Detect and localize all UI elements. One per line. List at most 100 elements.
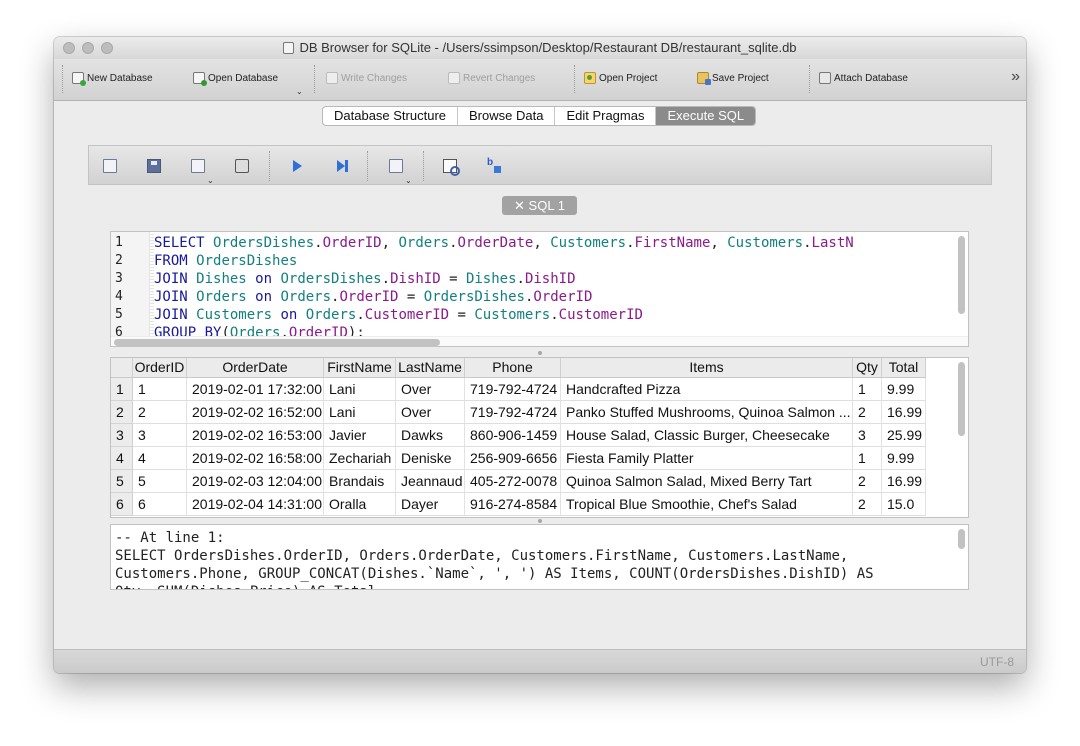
table-cell[interactable]: Handcrafted Pizza (561, 378, 853, 401)
revert-changes-button[interactable]: Revert Changes (448, 72, 535, 84)
find-replace-icon[interactable] (487, 157, 501, 173)
table-cell[interactable]: Javier (324, 424, 396, 447)
open-sql-file-icon[interactable] (191, 159, 205, 173)
message-vertical-scrollbar[interactable] (958, 529, 965, 549)
table-cell[interactable]: 4 (133, 447, 187, 470)
tab-execute-sql[interactable]: Execute SQL (656, 107, 756, 125)
table-cell[interactable]: Over (396, 401, 465, 424)
sql-editor-tab[interactable]: ✕ SQL 1 (502, 196, 577, 215)
column-header[interactable]: OrderID (133, 358, 187, 378)
table-cell[interactable]: 405-272-0078 (465, 470, 561, 493)
open-database-dropdown-icon[interactable]: ⌄ (296, 87, 303, 96)
table-cell[interactable]: 1 (133, 378, 187, 401)
table-cell[interactable]: Lani (324, 378, 396, 401)
editor-vertical-scrollbar[interactable] (958, 236, 965, 314)
open-sql-dropdown-icon[interactable]: ⌄ (207, 176, 214, 185)
table-cell[interactable]: Zechariah (324, 447, 396, 470)
results-vertical-scrollbar[interactable] (958, 362, 965, 436)
table-cell[interactable]: 15.0 (882, 493, 926, 516)
table-cell[interactable]: 25.99 (882, 424, 926, 447)
table-cell[interactable]: 2 (853, 493, 882, 516)
table-cell[interactable]: Dayer (396, 493, 465, 516)
column-header[interactable]: FirstName (324, 358, 396, 378)
tab-browse-data[interactable]: Browse Data (458, 107, 556, 125)
execute-all-icon[interactable] (293, 160, 302, 172)
table-cell[interactable]: 9.99 (882, 378, 926, 401)
table-cell[interactable]: Dawks (396, 424, 465, 447)
table-cell[interactable]: 1 (853, 447, 882, 470)
new-database-button[interactable]: New Database (72, 72, 153, 86)
write-changes-button[interactable]: Write Changes (326, 72, 407, 84)
row-header[interactable]: 5 (111, 470, 133, 493)
table-cell[interactable]: House Salad, Classic Burger, Cheesecake (561, 424, 853, 447)
save-project-button[interactable]: Save Project (697, 72, 769, 85)
table-cell[interactable]: 860-906-1459 (465, 424, 561, 447)
row-header[interactable]: 6 (111, 493, 133, 516)
table-cell[interactable]: 5 (133, 470, 187, 493)
table-cell[interactable]: 1 (853, 378, 882, 401)
row-header[interactable]: 2 (111, 401, 133, 424)
editor-horizontal-scrollbar[interactable] (114, 339, 440, 346)
row-header[interactable]: 3 (111, 424, 133, 447)
row-header[interactable]: 1 (111, 378, 133, 401)
row-header[interactable]: 4 (111, 447, 133, 470)
table-cell[interactable]: 2019-02-04 14:31:00 (187, 493, 324, 516)
table-cell[interactable]: 2 (853, 470, 882, 493)
table-cell[interactable]: Tropical Blue Smoothie, Chef's Salad (561, 493, 853, 516)
table-cell[interactable]: 16.99 (882, 470, 926, 493)
column-header[interactable]: Phone (465, 358, 561, 378)
column-header[interactable]: OrderDate (187, 358, 324, 378)
open-project-button[interactable]: Open Project (584, 72, 657, 84)
zoom-window-button[interactable] (101, 42, 113, 54)
table-cell[interactable]: Quinoa Salmon Salad, Mixed Berry Tart (561, 470, 853, 493)
grid-corner[interactable] (111, 358, 133, 378)
find-icon[interactable] (443, 159, 460, 176)
column-header[interactable]: Total (882, 358, 926, 378)
toolbar-overflow-chevron-icon[interactable]: » (1011, 69, 1020, 85)
table-cell[interactable]: Over (396, 378, 465, 401)
table-cell[interactable]: 16.99 (882, 401, 926, 424)
table-cell[interactable]: 6 (133, 493, 187, 516)
execute-line-icon[interactable] (337, 160, 348, 172)
table-cell[interactable]: 256-909-6656 (465, 447, 561, 470)
table-cell[interactable]: Panko Stuffed Mushrooms, Quinoa Salmon .… (561, 401, 853, 424)
column-header[interactable]: Items (561, 358, 853, 378)
table-cell[interactable]: Brandais (324, 470, 396, 493)
save-results-dropdown-icon[interactable]: ⌄ (405, 176, 412, 185)
save-results-icon[interactable] (389, 159, 403, 173)
message-pane[interactable]: -- At line 1: SELECT OrdersDishes.OrderID… (110, 524, 969, 590)
table-cell[interactable]: 3 (133, 424, 187, 447)
splitter-handle[interactable] (538, 351, 542, 355)
table-cell[interactable]: 2019-02-02 16:52:00 (187, 401, 324, 424)
tab-edit-pragmas[interactable]: Edit Pragmas (555, 107, 657, 125)
table-cell[interactable]: 9.99 (882, 447, 926, 470)
table-cell[interactable]: 916-274-8584 (465, 493, 561, 516)
table-cell[interactable]: 2 (133, 401, 187, 424)
table-cell[interactable]: Lani (324, 401, 396, 424)
sql-editor[interactable]: 1 SELECT OrdersDishes.OrderID, Orders.Ord… (110, 231, 969, 347)
tab-database-structure[interactable]: Database Structure (323, 107, 459, 125)
table-cell[interactable]: 2019-02-02 16:53:00 (187, 424, 324, 447)
table-cell[interactable]: 719-792-4724 (465, 378, 561, 401)
table-cell[interactable]: 2019-02-01 17:32:00 (187, 378, 324, 401)
table-cell[interactable]: Oralla (324, 493, 396, 516)
table-cell[interactable]: Deniske (396, 447, 465, 470)
results-grid[interactable]: OrderID OrderDate FirstName LastName Phone It… (110, 357, 969, 518)
table-cell[interactable]: 2019-02-02 16:58:00 (187, 447, 324, 470)
attach-database-button[interactable]: Attach Database (819, 72, 908, 84)
column-header[interactable]: Qty (853, 358, 882, 378)
open-tab-icon[interactable] (103, 159, 117, 173)
table-cell[interactable]: Jeannaud (396, 470, 465, 493)
table-cell[interactable]: Fiesta Family Platter (561, 447, 853, 470)
minimize-window-button[interactable] (82, 42, 94, 54)
table-cell[interactable]: 2 (853, 401, 882, 424)
table-cell[interactable]: 719-792-4724 (465, 401, 561, 424)
table-cell[interactable]: 3 (853, 424, 882, 447)
close-window-button[interactable] (63, 42, 75, 54)
open-database-button[interactable]: Open Database (193, 72, 278, 86)
column-header[interactable]: LastName (396, 358, 465, 378)
save-sql-icon[interactable] (147, 159, 161, 173)
print-icon[interactable] (235, 159, 249, 173)
splitter-handle[interactable] (538, 519, 542, 523)
table-cell[interactable]: 2019-02-03 12:04:00 (187, 470, 324, 493)
